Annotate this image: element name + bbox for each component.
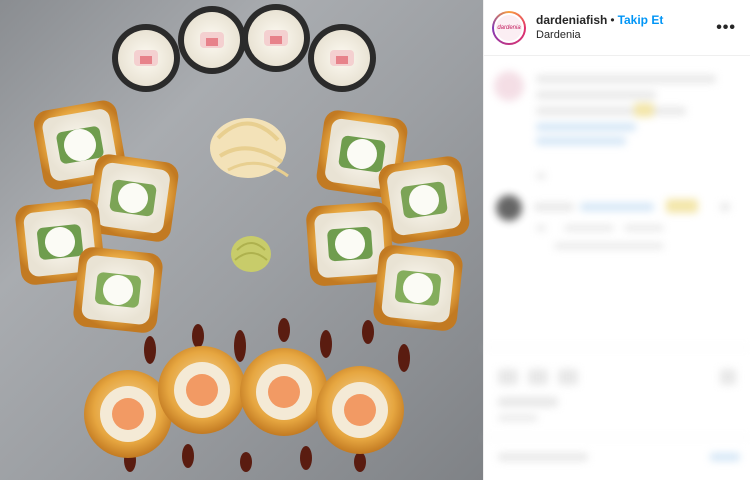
caption-time: [536, 173, 546, 179]
avatar-ring: dardenia: [494, 12, 524, 43]
comment-meta: [624, 225, 664, 231]
comment-meta: [536, 225, 546, 231]
share-icon: [558, 369, 578, 385]
caption-avatar: [494, 71, 524, 101]
divider: [484, 437, 750, 438]
user-line: dardeniafish • Takip Et: [536, 13, 716, 28]
caption-hashtags: [536, 123, 636, 131]
location-link[interactable]: Dardenia: [536, 28, 716, 43]
post-photo[interactable]: [0, 0, 483, 480]
comment-like: [720, 203, 730, 211]
sushi-photo-illustration: [15, 4, 470, 472]
add-comment-input: [498, 453, 588, 461]
california-rolls-right: [306, 110, 470, 331]
username-link[interactable]: dardeniafish: [536, 13, 607, 27]
comment-emoji: [666, 199, 698, 213]
caption-hashtags: [536, 137, 626, 145]
more-horizontal-icon[interactable]: •••: [716, 19, 736, 37]
save-icon: [720, 369, 736, 385]
tempura-rolls: [84, 346, 404, 458]
comment-meta: [564, 225, 614, 231]
caption-line: [536, 91, 656, 99]
comment-icon: [528, 369, 548, 385]
post-sidebar: dardenia dardeniafish • Takip Et Dardenia …: [483, 0, 750, 480]
post-date: [498, 415, 538, 421]
likes-count: [498, 397, 558, 407]
caption-line: [536, 107, 686, 115]
comment-avatar: [496, 195, 522, 221]
follow-button[interactable]: Takip Et: [618, 13, 664, 27]
wasabi: [231, 236, 271, 272]
california-rolls-left: [15, 100, 179, 333]
post-comment-button: [710, 453, 740, 461]
header-text: dardeniafish • Takip Et Dardenia: [536, 13, 716, 43]
ginger: [210, 118, 289, 178]
caption-line: [536, 75, 716, 83]
comment-meta: [554, 243, 664, 249]
separator-dot: •: [610, 12, 615, 27]
post-header: dardenia dardeniafish • Takip Et Dardenia …: [484, 0, 750, 56]
maki-rolls: [112, 4, 376, 92]
divider: [484, 347, 750, 348]
comment-text: [580, 203, 654, 211]
caption-emoji: [634, 103, 654, 117]
avatar[interactable]: dardenia: [492, 10, 526, 45]
comment-user: [534, 203, 574, 211]
blurred-comments-area: [484, 57, 750, 480]
avatar-logo: dardenia: [496, 14, 522, 41]
like-icon: [498, 369, 518, 385]
